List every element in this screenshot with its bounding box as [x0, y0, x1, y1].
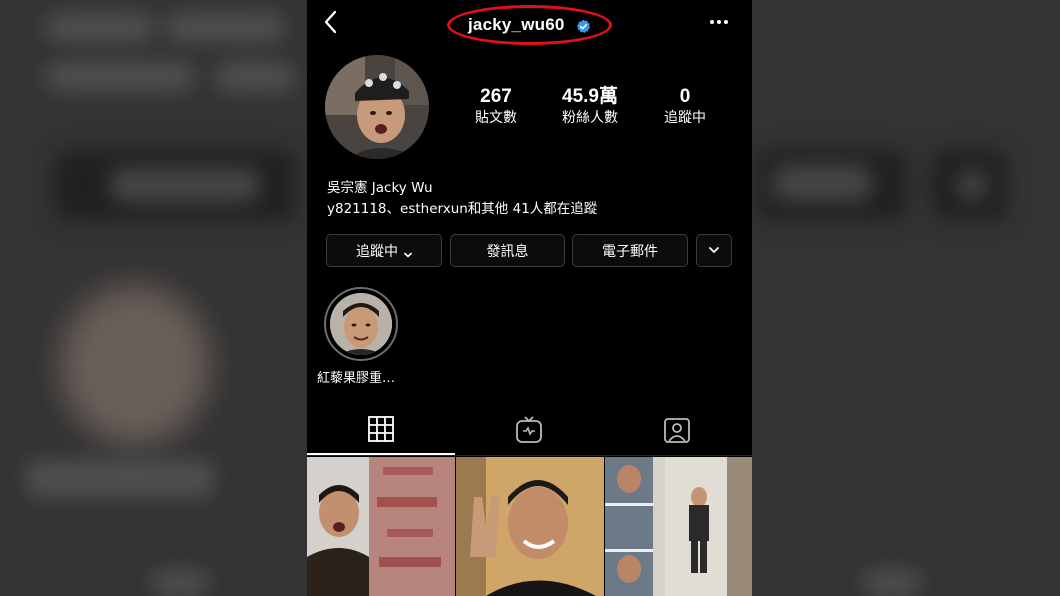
followers-count: 45.9萬	[562, 86, 618, 107]
tagged-icon	[663, 416, 691, 448]
tab-posts-grid[interactable]	[307, 408, 455, 455]
tab-igtv[interactable]	[455, 408, 603, 455]
more-options-icon[interactable]	[707, 14, 731, 30]
profile-tabs	[307, 408, 752, 456]
following-button-label: 追蹤中	[356, 243, 398, 260]
posts-count: 267	[480, 86, 512, 107]
story-highlight[interactable]	[324, 287, 398, 361]
igtv-icon	[515, 415, 543, 448]
followers-label: 粉絲人數	[562, 110, 618, 126]
username-annotation-circle: jacky_wu60	[447, 5, 612, 45]
post-thumbnail[interactable]	[456, 457, 604, 596]
chevron-down-icon	[708, 243, 720, 259]
message-button[interactable]: 發訊息	[450, 234, 565, 267]
posts-grid	[307, 457, 752, 596]
following-count: 0	[679, 86, 691, 107]
grid-icon	[367, 415, 395, 447]
profile-screen: jacky_wu60 267 貼文數 45.9萬 粉絲人數 0 追蹤中 吳宗憲 …	[307, 0, 752, 596]
profile-avatar[interactable]	[325, 55, 429, 159]
following-button[interactable]: 追蹤中	[326, 234, 442, 267]
post-thumbnail[interactable]	[605, 457, 752, 596]
back-arrow-icon[interactable]	[319, 8, 345, 36]
email-button-label: 電子郵件	[602, 243, 658, 260]
posts-stat[interactable]: 267 貼文數	[451, 86, 541, 128]
message-button-label: 發訊息	[486, 243, 529, 260]
verified-badge-icon	[576, 19, 591, 34]
following-stat[interactable]: 0 追蹤中	[640, 86, 730, 128]
username: jacky_wu60	[468, 15, 565, 34]
top-bar: jacky_wu60	[307, 0, 752, 50]
blurred-background-left	[0, 0, 307, 596]
highlight-label: 紅藜果膠重…	[317, 371, 396, 386]
chevron-down-icon	[404, 247, 412, 258]
blurred-background-right	[752, 0, 1060, 596]
full-name: 吳宗憲 Jacky Wu	[327, 180, 433, 196]
suggested-accounts-button[interactable]	[696, 234, 732, 267]
posts-label: 貼文數	[475, 110, 517, 126]
following-label: 追蹤中	[664, 110, 706, 126]
email-button[interactable]: 電子郵件	[572, 234, 688, 267]
tab-tagged[interactable]	[603, 408, 751, 455]
followers-stat[interactable]: 45.9萬 粉絲人數	[545, 86, 635, 128]
highlight-thumbnail	[330, 293, 392, 355]
followed-by-text[interactable]: y821118、estherxun和其他 41人都在追蹤	[327, 197, 597, 217]
post-thumbnail[interactable]	[307, 457, 455, 596]
